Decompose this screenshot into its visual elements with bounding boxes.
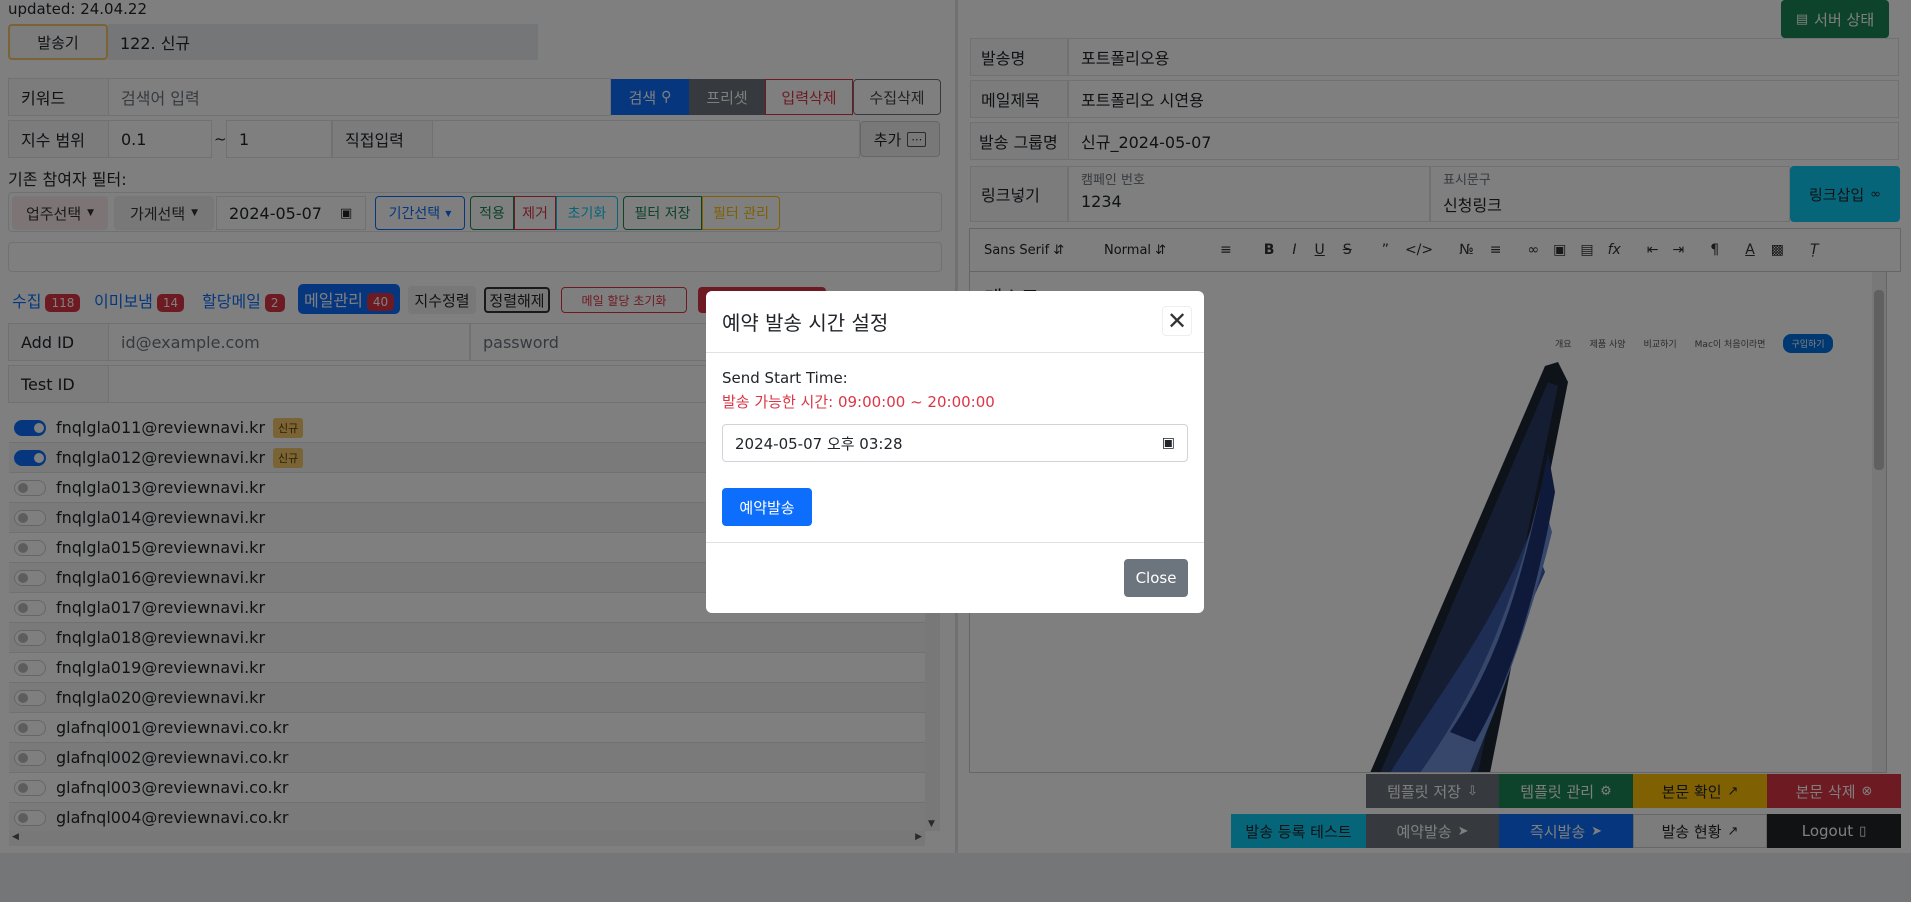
- datetime-value: 2024-05-07 오후 03:28: [735, 434, 903, 453]
- allowed-time-text: 발송 가능한 시간: 09:00:00 ~ 20:00:00: [722, 393, 995, 411]
- start-time-label: Send Start Time:: [722, 369, 848, 387]
- modal-title: 예약 발송 시간 설정: [722, 311, 889, 335]
- modal-body: Send Start Time: 발송 가능한 시간: 09:00:00 ~ 2…: [706, 353, 1204, 484]
- datetime-input[interactable]: 2024-05-07 오후 03:28 ▣: [722, 424, 1188, 462]
- schedule-submit-button[interactable]: 예약발송: [722, 488, 812, 526]
- modal-header: 예약 발송 시간 설정 ✕: [706, 291, 1204, 353]
- close-icon[interactable]: ✕: [1162, 306, 1192, 336]
- modal-footer-divider: [706, 542, 1204, 543]
- modal-close-button[interactable]: Close: [1124, 559, 1188, 597]
- schedule-modal: 예약 발송 시간 설정 ✕ Send Start Time: 발송 가능한 시간…: [706, 291, 1204, 613]
- calendar-icon[interactable]: ▣: [1162, 435, 1175, 451]
